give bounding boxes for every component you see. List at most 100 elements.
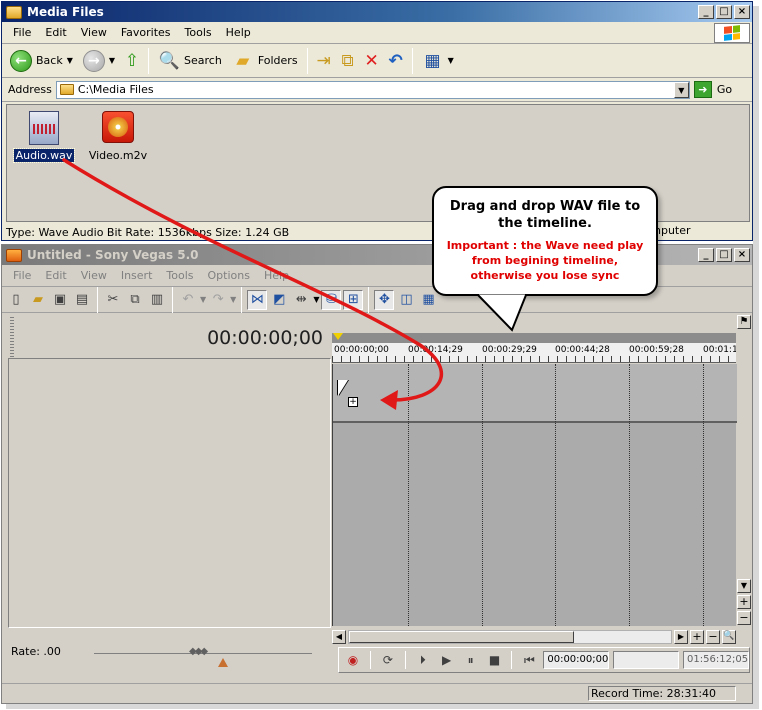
file-item-audio[interactable]: Audio.wav	[11, 111, 77, 163]
auto-crossfade-icon[interactable]: ◩	[269, 290, 289, 310]
forward-button[interactable]: → ▼	[79, 48, 119, 74]
rate-slider-thumb[interactable]: ◆◆◆	[189, 646, 208, 657]
auto-ripple-icon[interactable]: ⇹	[291, 290, 311, 310]
marker-bar[interactable]	[332, 333, 736, 343]
move-to-icon[interactable]: ⇥	[313, 50, 335, 72]
menu-view[interactable]: View	[74, 269, 114, 282]
undo-icon[interactable]: ↶	[178, 290, 198, 310]
scroll-left-icon[interactable]: ◀	[332, 629, 346, 644]
address-field[interactable]: C:\Media Files ▼	[55, 80, 690, 99]
drop-target-track[interactable]	[333, 364, 737, 423]
ignore-grouping-icon[interactable]: ⊞	[343, 289, 364, 310]
close-button[interactable]: ×	[734, 5, 750, 19]
maximize-button[interactable]: □	[716, 5, 732, 19]
explorer-titlebar[interactable]: Media Files _ □ ×	[2, 2, 752, 22]
horizontal-scroll-track[interactable]	[348, 629, 672, 644]
menu-tools[interactable]: Tools	[178, 26, 219, 39]
menu-file[interactable]: File	[6, 269, 38, 282]
play-icon[interactable]: ▶	[437, 650, 457, 670]
maximize-button[interactable]: □	[716, 248, 732, 262]
menu-insert[interactable]: Insert	[114, 269, 160, 282]
timeline[interactable]: 00:00:00;00 00:00:14;29 00:00:29;29 00:0…	[332, 315, 737, 647]
pause-icon[interactable]: ⏸	[461, 650, 481, 670]
scroll-right-icon[interactable]: ▶	[674, 629, 688, 644]
scroll-down-icon[interactable]: ▼	[737, 579, 751, 593]
normal-edit-tool-icon[interactable]: ✥	[374, 289, 395, 310]
new-icon[interactable]: ▯	[6, 290, 26, 310]
menu-help[interactable]: Help	[219, 26, 258, 39]
status-zone-text: nputer	[654, 224, 691, 237]
redo-icon[interactable]: ↷	[208, 290, 228, 310]
undo-dropdown-icon[interactable]: ▼	[200, 295, 206, 304]
redo-dropdown-icon[interactable]: ▼	[230, 295, 236, 304]
menu-edit[interactable]: Edit	[38, 26, 73, 39]
vertical-scroll-track[interactable]	[737, 331, 751, 579]
folders-button[interactable]: ▰ Folders	[228, 48, 302, 74]
zoom-in-horizontal-icon[interactable]: +	[690, 629, 704, 644]
menu-options[interactable]: Options	[201, 269, 257, 282]
menu-file[interactable]: File	[6, 26, 38, 39]
marker-flag-icon[interactable]: ⚑	[737, 315, 751, 329]
undo-icon[interactable]: ↶	[385, 50, 407, 72]
copy-icon[interactable]: ⧉	[125, 290, 145, 310]
menu-help[interactable]: Help	[257, 269, 296, 282]
go-to-start-icon[interactable]: ⏮	[519, 650, 539, 670]
zoom-tool-icon[interactable]: 🔍	[722, 629, 736, 644]
properties-icon[interactable]: ▤	[72, 290, 92, 310]
minimize-button[interactable]: _	[698, 248, 714, 262]
go-button[interactable]: ➜ Go	[693, 81, 732, 98]
track-list[interactable]	[8, 358, 331, 628]
delete-icon[interactable]: ✕	[361, 50, 383, 72]
enable-snapping-icon[interactable]: ⋈	[247, 289, 268, 310]
zoom-out-horizontal-icon[interactable]: −	[706, 629, 720, 644]
views-button[interactable]: ▦ ▼	[418, 48, 458, 74]
address-dropdown-icon[interactable]: ▼	[673, 81, 689, 98]
ruler-ticks	[332, 356, 736, 362]
grid-line	[408, 364, 409, 626]
paste-icon[interactable]: ▥	[147, 290, 167, 310]
save-icon[interactable]: ▣	[50, 290, 70, 310]
ripple-dropdown-icon[interactable]: ▼	[313, 295, 319, 304]
horizontal-scrollbar[interactable]: ◀ ▶ + − 🔍	[332, 629, 736, 644]
back-arrow-icon: ←	[10, 49, 32, 72]
cursor-position-field[interactable]: 00:00:00;00	[543, 651, 610, 669]
back-dropdown-icon[interactable]: ▼	[67, 56, 73, 65]
menu-tools[interactable]: Tools	[159, 269, 200, 282]
menu-view[interactable]: View	[74, 26, 114, 39]
track-header-area: 00:00:00;00	[8, 317, 331, 357]
duration-field: 01:56:12;05	[683, 651, 750, 669]
time-ruler[interactable]: 00:00:00;00 00:00:14;29 00:00:29;29 00:0…	[332, 343, 736, 363]
forward-dropdown-icon[interactable]: ▼	[109, 56, 115, 65]
menu-edit[interactable]: Edit	[38, 269, 73, 282]
wav-file-icon	[29, 111, 59, 145]
file-item-video[interactable]: Video.m2v	[85, 111, 151, 162]
vertical-scrollbar[interactable]: ⚑ ▼ + −	[737, 315, 751, 647]
up-folder-icon[interactable]: ⇧	[121, 50, 143, 72]
zoom-out-vertical-icon[interactable]: −	[737, 611, 751, 625]
horizontal-scroll-thumb[interactable]	[349, 630, 574, 643]
ruler-label: 00:01:1	[703, 345, 736, 355]
zoom-in-vertical-icon[interactable]: +	[737, 595, 751, 609]
menu-favorites[interactable]: Favorites	[114, 26, 178, 39]
record-icon[interactable]: ◉	[343, 650, 363, 670]
vegas-app-icon	[6, 248, 22, 262]
minimize-button[interactable]: _	[698, 5, 714, 19]
loop-playback-icon[interactable]: ⟳	[378, 650, 398, 670]
search-button[interactable]: 🔍 Search	[154, 48, 226, 74]
tracks-area[interactable]: +	[332, 364, 737, 626]
open-icon[interactable]: ▰	[28, 290, 48, 310]
copy-to-icon[interactable]: ⧉	[337, 50, 359, 72]
close-button[interactable]: ×	[734, 248, 750, 262]
drag-copy-plus-icon: +	[348, 397, 358, 407]
envelope-tool-icon[interactable]: ◫	[396, 290, 416, 310]
cut-icon[interactable]: ✂	[103, 290, 123, 310]
back-button[interactable]: ← Back ▼	[6, 48, 77, 74]
selection-length-field[interactable]	[613, 651, 680, 669]
selection-tool-icon[interactable]: ▦	[418, 290, 438, 310]
stop-icon[interactable]: ■	[485, 650, 505, 670]
lock-envelopes-icon[interactable]: ⛁	[321, 289, 342, 310]
panel-grip[interactable]	[10, 317, 14, 357]
video-file-icon	[102, 111, 134, 143]
vegas-window: Untitled - Sony Vegas 5.0 _ □ × File Edi…	[1, 244, 753, 704]
play-from-start-icon[interactable]: ⏵	[413, 650, 433, 670]
